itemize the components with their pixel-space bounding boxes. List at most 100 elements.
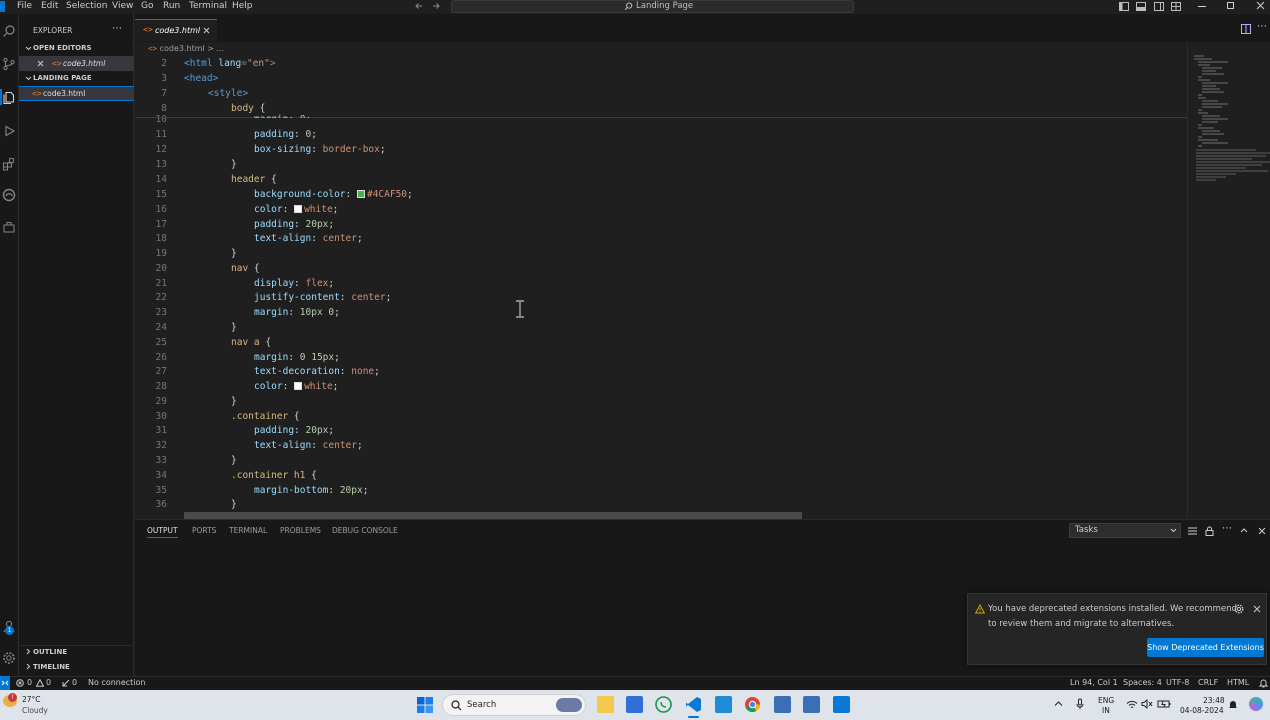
windows-start-icon[interactable]	[417, 697, 433, 713]
notification-bell-icon[interactable]	[1228, 699, 1238, 710]
chevron-right-icon[interactable]	[25, 648, 32, 655]
warning-icon[interactable]	[36, 679, 44, 687]
forward-arrow-icon[interactable]	[431, 1, 441, 11]
panel-tab-output[interactable]: OUTPUT	[147, 525, 178, 538]
menu-run[interactable]: Run	[163, 0, 180, 13]
command-center-search[interactable]: Landing Page	[451, 0, 854, 13]
connection-status[interactable]: No connection	[88, 677, 146, 689]
explorer-files-icon[interactable]	[2, 90, 16, 104]
ports-count[interactable]: 0	[72, 677, 77, 689]
chevron-down-icon[interactable]	[25, 45, 32, 52]
breadcrumb[interactable]: <> code3.html > ...	[148, 44, 224, 54]
outline-header[interactable]: OUTLINE	[33, 648, 67, 656]
file-explorer-icon[interactable]	[597, 696, 614, 713]
menu-edit[interactable]: Edit	[41, 0, 58, 13]
more-actions-icon[interactable]: ⋯	[1257, 22, 1267, 32]
snipping-tool-icon[interactable]	[833, 696, 850, 713]
chevron-right-icon[interactable]	[25, 663, 32, 670]
gear-icon[interactable]	[2, 651, 16, 665]
calendar-app-icon[interactable]	[626, 696, 643, 713]
weather-description[interactable]: Cloudy	[22, 706, 48, 715]
folder-header-landing-page[interactable]: LANDING PAGE	[33, 74, 92, 82]
timeline-header[interactable]: TIMELINE	[33, 663, 70, 671]
close-icon[interactable]	[1253, 605, 1261, 613]
wifi-icon[interactable]	[1126, 700, 1138, 709]
weather-temperature[interactable]: 27°C	[22, 695, 41, 704]
color-swatch[interactable]	[356, 190, 365, 198]
color-swatch[interactable]	[294, 205, 303, 213]
notepad-icon[interactable]	[715, 696, 732, 713]
line-number: 7	[161, 88, 167, 99]
close-icon[interactable]	[1258, 527, 1266, 535]
panel-tab-terminal[interactable]: TERMINAL	[229, 525, 267, 537]
vscode-taskbar-icon[interactable]	[685, 696, 702, 713]
list-lines-icon[interactable]	[1188, 527, 1197, 535]
color-swatch[interactable]	[294, 382, 303, 390]
close-window-icon[interactable]	[1256, 1, 1265, 10]
whatsapp-icon[interactable]	[655, 696, 672, 713]
input-region[interactable]: IN	[1102, 706, 1110, 715]
minimize-icon[interactable]	[1198, 6, 1206, 7]
close-icon[interactable]	[37, 60, 44, 67]
lock-icon[interactable]	[1205, 526, 1214, 536]
tab-code3-html[interactable]: <> code3.html	[135, 19, 217, 41]
chevron-up-icon[interactable]	[1054, 700, 1063, 707]
remote-explorer-icon[interactable]	[2, 220, 16, 234]
line-ending[interactable]: CRLF	[1198, 677, 1218, 689]
customize-layout-icon[interactable]	[1171, 2, 1181, 11]
panel-tab-problems[interactable]: PROBLEMS	[280, 525, 321, 537]
minimap[interactable]	[1187, 42, 1270, 518]
app-icon[interactable]	[774, 696, 791, 713]
clock-time[interactable]: 23:48	[1203, 696, 1225, 705]
error-count[interactable]: 0	[27, 677, 32, 689]
remote-indicator[interactable]	[0, 676, 10, 690]
search-icon[interactable]	[2, 24, 16, 38]
panel-tab-debug-console[interactable]: DEBUG CONSOLE	[332, 525, 398, 537]
menu-terminal[interactable]: Terminal	[189, 0, 227, 13]
clock-date[interactable]: 04-08-2024	[1180, 706, 1224, 715]
open-editors-header[interactable]: OPEN EDITORS	[33, 44, 92, 52]
menu-go[interactable]: Go	[141, 0, 153, 13]
more-actions-icon[interactable]: ⋯	[1222, 524, 1232, 534]
toggle-panel-icon[interactable]	[1136, 2, 1146, 11]
back-arrow-icon[interactable]	[414, 1, 424, 11]
toggle-secondary-sidebar-icon[interactable]	[1154, 2, 1164, 11]
cursor-position[interactable]: Ln 94, Col 1	[1070, 677, 1118, 689]
ports-icon[interactable]	[62, 679, 70, 687]
menu-file[interactable]: File	[17, 0, 32, 13]
extensions-icon[interactable]	[2, 157, 16, 171]
warning-count[interactable]: 0	[46, 677, 51, 689]
source-control-icon[interactable]	[2, 57, 16, 71]
chevron-down-icon[interactable]	[25, 75, 32, 82]
show-deprecated-extensions-button[interactable]: Show Deprecated Extensions	[1147, 638, 1264, 657]
indentation[interactable]: Spaces: 4	[1123, 677, 1162, 689]
menu-view[interactable]: View	[112, 0, 133, 13]
run-debug-icon[interactable]	[2, 124, 16, 138]
panel-tab-ports[interactable]: PORTS	[192, 525, 216, 537]
menu-help[interactable]: Help	[232, 0, 253, 13]
encoding[interactable]: UTF-8	[1166, 677, 1189, 689]
notifications-bell-icon[interactable]	[1259, 678, 1268, 688]
split-editor-icon[interactable]	[1241, 24, 1251, 34]
language-mode[interactable]: HTML	[1227, 677, 1249, 689]
more-actions-icon[interactable]: ⋯	[112, 24, 122, 34]
taskbar-search-box[interactable]: Search	[442, 694, 586, 716]
menu-selection[interactable]: Selection	[66, 0, 107, 13]
close-icon[interactable]	[203, 27, 210, 34]
maximize-icon[interactable]	[1227, 2, 1234, 9]
gear-icon[interactable]	[1234, 604, 1244, 614]
copilot-icon[interactable]	[1249, 697, 1263, 711]
battery-icon[interactable]	[1157, 699, 1171, 709]
horizontal-scrollbar[interactable]	[184, 512, 802, 519]
output-channel-select[interactable]: Tasks	[1069, 523, 1181, 538]
error-icon[interactable]	[16, 679, 24, 687]
microphone-icon[interactable]	[1076, 698, 1084, 710]
chrome-icon[interactable]	[744, 696, 761, 713]
input-language[interactable]: ENG	[1098, 696, 1114, 705]
toggle-primary-sidebar-icon[interactable]	[1119, 2, 1129, 11]
edge-devtools-icon[interactable]	[2, 188, 16, 202]
volume-muted-icon[interactable]	[1141, 699, 1153, 709]
app-icon[interactable]	[803, 696, 820, 713]
code-line: padding: 0;	[254, 129, 317, 140]
chevron-up-icon[interactable]	[1240, 527, 1248, 534]
